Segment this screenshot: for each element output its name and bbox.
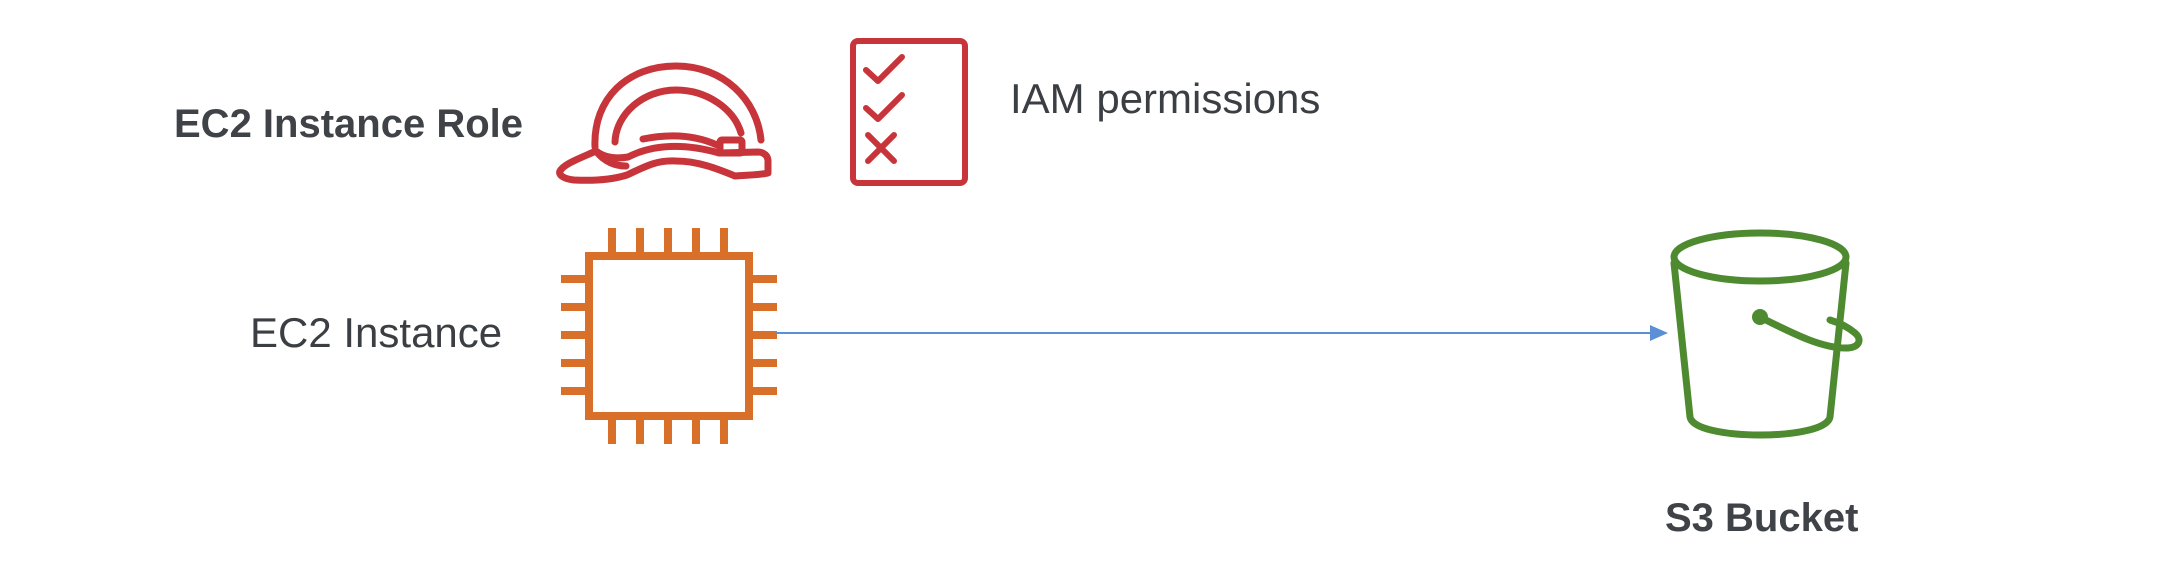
role-label: EC2 Instance Role <box>174 102 524 146</box>
architecture-diagram: EC2 Instance Role IAM permissions EC2 In… <box>0 0 2164 588</box>
permissions-label: IAM permissions <box>1010 75 1321 122</box>
bucket-icon <box>1670 229 1863 439</box>
bucket-label: S3 Bucket <box>1665 496 1859 540</box>
chip-icon <box>561 228 777 444</box>
instance-label: EC2 Instance <box>250 309 503 356</box>
checklist-icon <box>850 38 968 186</box>
access-arrow <box>775 325 1668 341</box>
hard-hat-icon <box>556 62 772 184</box>
